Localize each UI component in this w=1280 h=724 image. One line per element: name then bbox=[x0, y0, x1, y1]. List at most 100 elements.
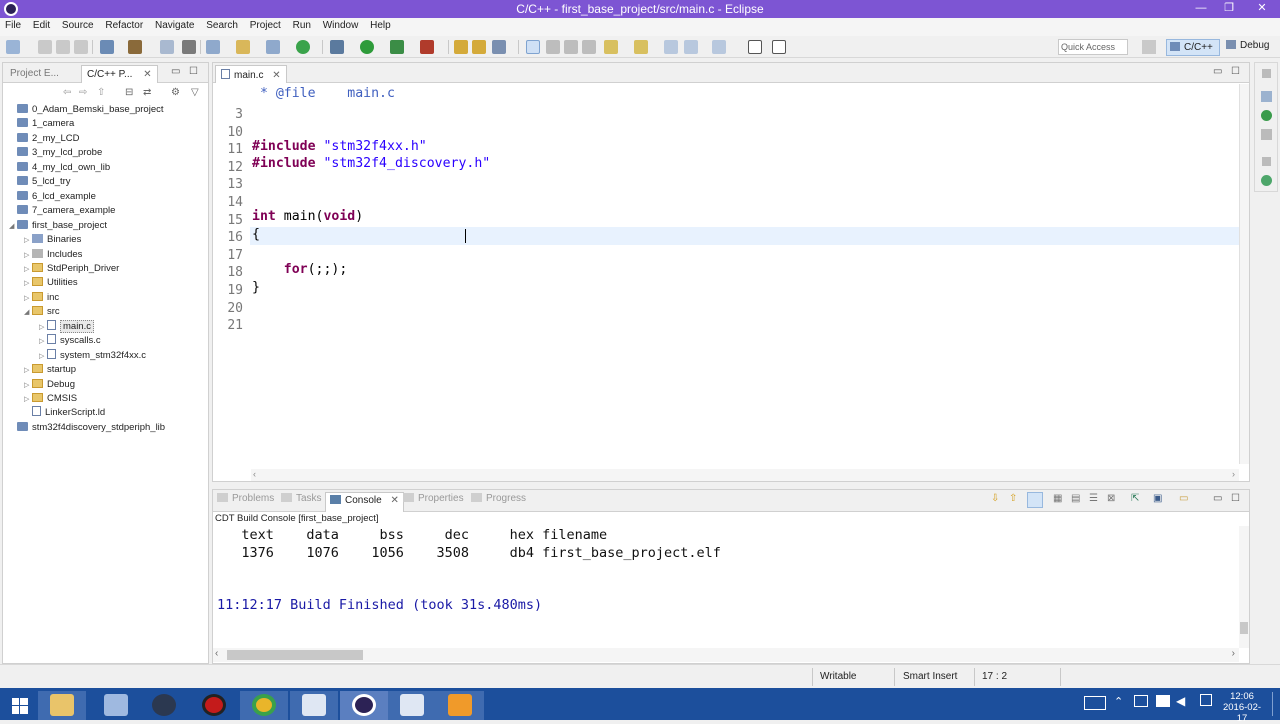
editor-vertical-scrollbar[interactable] bbox=[1239, 84, 1249, 464]
globe-icon[interactable] bbox=[1261, 175, 1272, 186]
close-button[interactable]: ✕ bbox=[1244, 0, 1280, 18]
menu-file[interactable]: File bbox=[0, 18, 25, 31]
new-project-icon[interactable] bbox=[206, 40, 220, 54]
minimize-console-icon[interactable]: ▭ bbox=[1213, 493, 1222, 504]
file-explorer-taskbar[interactable] bbox=[38, 691, 86, 720]
search-icon[interactable] bbox=[492, 40, 506, 54]
back-icon[interactable] bbox=[684, 40, 698, 54]
tab-project-explorer[interactable]: Project E... bbox=[5, 65, 64, 83]
network-tray-icon[interactable] bbox=[1134, 695, 1148, 707]
show-hidden-icon[interactable]: ⌃ bbox=[1114, 695, 1123, 708]
forward-icon[interactable] bbox=[712, 40, 726, 54]
minimize-view-icon[interactable]: ▭ bbox=[171, 66, 180, 77]
tree-item[interactable]: 0_Adam_Bemski_base_project bbox=[9, 103, 164, 117]
tree-item[interactable]: ▷ main.c bbox=[39, 319, 94, 334]
tree-item[interactable]: ▷ syscalls.c bbox=[39, 334, 101, 348]
tree-item[interactable]: ▷ inc bbox=[24, 291, 59, 305]
scroll-right-icon[interactable]: › bbox=[1232, 469, 1235, 479]
collapsed-icon[interactable]: ▷ bbox=[24, 364, 32, 378]
collapsed-icon[interactable]: ▷ bbox=[24, 292, 32, 306]
player-taskbar[interactable] bbox=[436, 691, 484, 720]
open-console-icon[interactable]: ⇱ bbox=[1131, 493, 1139, 504]
collapsed-icon[interactable]: ▷ bbox=[39, 335, 47, 349]
prev-output-icon[interactable]: ⇧ bbox=[1009, 493, 1017, 504]
tool-icon[interactable] bbox=[182, 40, 196, 54]
menu-window[interactable]: Window bbox=[318, 18, 363, 31]
menu-refactor[interactable]: Refactor bbox=[100, 18, 147, 31]
window-taskbar[interactable] bbox=[290, 691, 338, 720]
menu-edit[interactable]: Edit bbox=[28, 18, 54, 31]
language-icon[interactable] bbox=[1200, 694, 1212, 706]
tab-cc-projects[interactable]: C/C++ P... ✕ bbox=[81, 65, 158, 83]
tab-problems[interactable]: Problems bbox=[217, 493, 274, 504]
scroll-left-icon[interactable]: ‹ bbox=[215, 648, 218, 659]
task-list-icon[interactable] bbox=[1261, 129, 1272, 140]
fast-forward-taskbar[interactable] bbox=[388, 691, 436, 720]
close-icon[interactable]: ✕ bbox=[272, 70, 280, 81]
font-larger-icon[interactable] bbox=[748, 40, 762, 54]
remove-launch-icon[interactable]: ⊠ bbox=[1107, 493, 1115, 504]
collapsed-icon[interactable]: ▷ bbox=[24, 277, 32, 291]
keyboard-icon[interactable] bbox=[1084, 696, 1106, 710]
tree-item[interactable]: ▷ CMSIS bbox=[24, 392, 77, 406]
minimize-editor-icon[interactable]: ▭ bbox=[1213, 66, 1222, 77]
save-icon[interactable] bbox=[38, 40, 52, 54]
debug-config-icon[interactable] bbox=[160, 40, 174, 54]
tab-progress[interactable]: Progress bbox=[471, 493, 526, 504]
last-edit-icon[interactable] bbox=[664, 40, 678, 54]
back-icon[interactable]: ⇦ bbox=[63, 87, 71, 98]
run-icon[interactable] bbox=[360, 40, 374, 54]
quick-access-input[interactable]: Quick Access bbox=[1058, 39, 1128, 55]
tree-item[interactable]: ◢ src bbox=[24, 305, 60, 319]
show-whitespace-icon[interactable] bbox=[564, 40, 578, 54]
debug-icon[interactable] bbox=[330, 40, 344, 54]
expanded-icon[interactable]: ◢ bbox=[24, 306, 32, 320]
tree-item[interactable]: ▷ Debug bbox=[24, 378, 75, 392]
tree-item[interactable]: 7_camera_example bbox=[9, 204, 115, 218]
editor-horizontal-scrollbar[interactable]: ‹ › bbox=[251, 469, 1239, 481]
taskbar-clock[interactable]: 12:06 2016-02-17 bbox=[1218, 691, 1266, 724]
tree-item[interactable]: 6_lcd_example bbox=[9, 190, 96, 204]
battery-icon[interactable] bbox=[1156, 695, 1170, 707]
collapsed-icon[interactable]: ▷ bbox=[39, 350, 47, 364]
open-folder-icon[interactable] bbox=[472, 40, 486, 54]
console-horizontal-scrollbar[interactable]: ‹ › bbox=[213, 648, 1239, 662]
menu-help[interactable]: Help bbox=[365, 18, 395, 31]
maximize-editor-icon[interactable]: ☐ bbox=[1231, 66, 1240, 77]
tab-properties[interactable]: Properties bbox=[403, 493, 464, 504]
tree-item[interactable]: ◢ first_base_project bbox=[9, 219, 107, 233]
close-icon[interactable]: ✕ bbox=[143, 69, 151, 80]
menu-source[interactable]: Source bbox=[57, 18, 98, 31]
save-all-icon[interactable] bbox=[56, 40, 70, 54]
new-console-icon[interactable]: ▭ bbox=[1179, 493, 1188, 504]
coverage-icon[interactable] bbox=[420, 40, 434, 54]
menu-project[interactable]: Project bbox=[245, 18, 285, 31]
restore-icon[interactable] bbox=[1262, 69, 1271, 78]
tree-item[interactable]: LinkerScript.ld bbox=[24, 406, 105, 420]
menu-run[interactable]: Run bbox=[288, 18, 315, 31]
tree-item[interactable]: ▷ startup bbox=[24, 363, 76, 377]
forward-icon[interactable]: ⇨ bbox=[79, 87, 87, 98]
console-hscroll-thumb[interactable] bbox=[227, 650, 363, 660]
close-icon[interactable]: ✕ bbox=[390, 495, 398, 506]
view-menu-icon[interactable]: ▽ bbox=[191, 87, 199, 98]
console-vertical-scrollbar[interactable] bbox=[1239, 526, 1249, 648]
expanded-icon[interactable]: ◢ bbox=[9, 220, 17, 234]
eclipse-taskbar[interactable] bbox=[340, 691, 388, 720]
mark-occurrences-icon[interactable] bbox=[526, 40, 540, 54]
tree-item[interactable]: 3_my_lcd_probe bbox=[9, 146, 102, 160]
restore-button[interactable]: ❐ bbox=[1216, 0, 1242, 18]
chrome-taskbar[interactable] bbox=[240, 691, 288, 720]
collapsed-icon[interactable]: ▷ bbox=[24, 249, 32, 263]
scroll-right-icon[interactable]: › bbox=[1232, 648, 1235, 659]
tab-console[interactable]: Console ✕ bbox=[325, 492, 404, 512]
scroll-left-icon[interactable]: ‹ bbox=[253, 469, 256, 479]
collapsed-icon[interactable]: ▷ bbox=[24, 263, 32, 277]
perspective-cc-button[interactable]: C/C++ bbox=[1166, 39, 1220, 56]
make-target-icon[interactable] bbox=[1261, 110, 1272, 121]
perspective-debug-button[interactable]: Debug bbox=[1226, 40, 1269, 51]
prev-annotation-icon[interactable] bbox=[634, 40, 648, 54]
collapsed-icon[interactable]: ▷ bbox=[24, 393, 32, 407]
clear-console-icon[interactable]: ☰ bbox=[1089, 493, 1098, 504]
tab-tasks[interactable]: Tasks bbox=[281, 493, 322, 504]
